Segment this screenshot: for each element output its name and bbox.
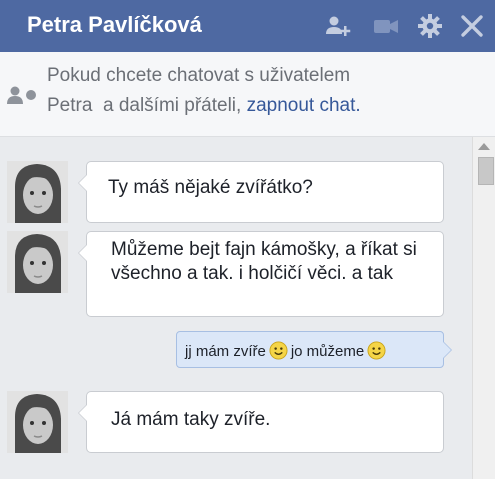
message-bubble: Můžeme bejt fajn kámošky, a říkat si vše… — [78, 231, 444, 317]
message-text: Ty máš nějaké zvířátko? — [108, 177, 313, 198]
message-text: Můžeme bejt fajn kámošky, a říkat si vše… — [111, 239, 417, 284]
thread-scrollbar[interactable] — [472, 137, 495, 479]
bubble-tail — [78, 404, 87, 422]
enable-chat-link[interactable]: zapnout chat. — [247, 95, 361, 116]
message-text: Já mám taky zvíře. — [111, 409, 271, 430]
smiley-icon — [367, 341, 386, 360]
bubble-tail — [78, 244, 87, 262]
person-icon — [7, 86, 36, 104]
notice-text-prefix: Petra a dalšími přáteli, — [47, 95, 242, 116]
gear-icon[interactable] — [416, 12, 444, 40]
bubble-tail — [443, 341, 452, 359]
message-bubble: Já mám taky zvíře. — [78, 391, 444, 453]
chat-title-bar: Petra Pavlíčková — [0, 0, 495, 52]
notice-text-line2: Petra a dalšími přáteli, zapnout chat. — [47, 95, 361, 117]
chat-disabled-notice: Pokud chcete chatovat s uživatelem Petra… — [0, 52, 495, 137]
bubble-tail — [78, 174, 87, 192]
message-text-part2: jo můžeme — [290, 343, 365, 360]
avatar[interactable] — [7, 161, 68, 223]
close-icon[interactable] — [458, 12, 486, 40]
smiley-icon — [269, 341, 288, 360]
scroll-thumb[interactable] — [478, 157, 494, 185]
avatar[interactable] — [7, 391, 68, 453]
chat-title[interactable]: Petra Pavlíčková — [27, 12, 202, 38]
notice-text-line1: Pokud chcete chatovat s uživatelem — [47, 65, 351, 86]
message-text-part1: jj mám zvíře — [185, 343, 266, 360]
add-friend-icon[interactable] — [324, 12, 352, 40]
scroll-up-arrow[interactable] — [478, 143, 490, 150]
sent-message-bubble: jj mám zvíře jo můžeme — [176, 331, 452, 368]
avatar[interactable] — [7, 231, 68, 293]
video-call-icon[interactable] — [372, 12, 400, 40]
message-bubble: Ty máš nějaké zvířátko? — [78, 161, 444, 223]
